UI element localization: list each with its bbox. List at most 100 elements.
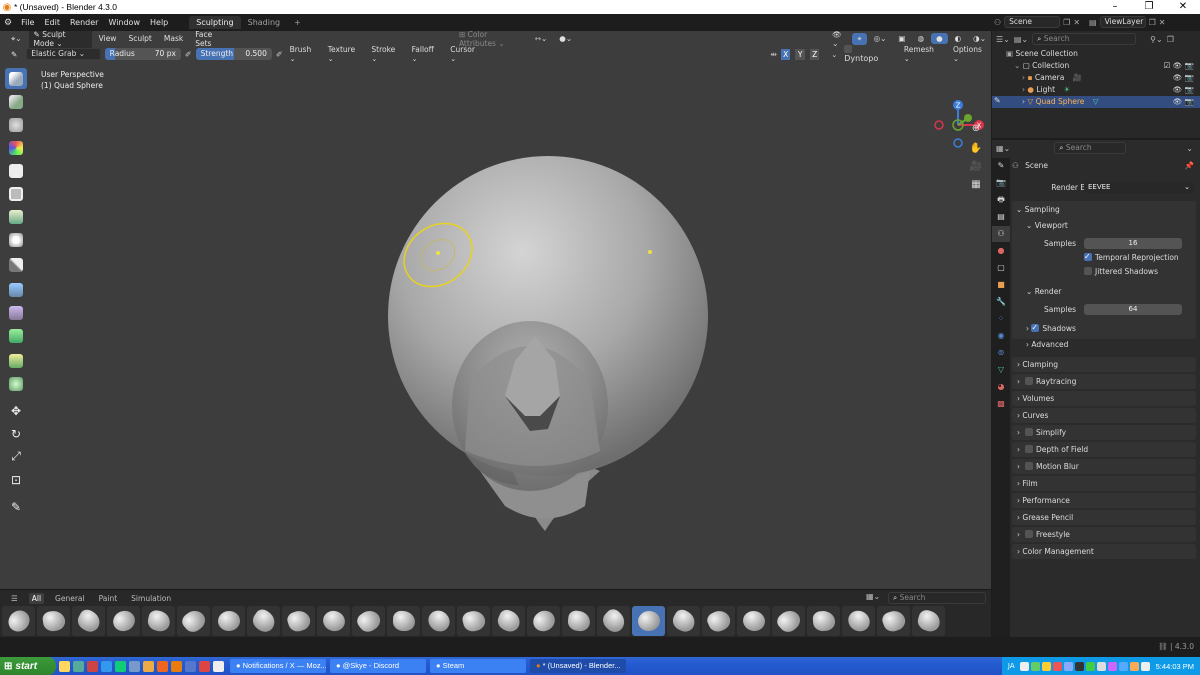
sampling-header[interactable]: ⌄ Sampling xyxy=(1012,202,1198,218)
physics-tab-icon[interactable]: ◉ xyxy=(992,328,1010,344)
sculpt-mesh[interactable] xyxy=(0,31,991,589)
advanced-subheader[interactable]: › Advanced xyxy=(1012,337,1198,353)
tray-icon-11[interactable] xyxy=(1129,661,1139,671)
zoom-icon[interactable]: ⊕ xyxy=(968,121,984,137)
delete-view-layer-icon[interactable]: ✕ xyxy=(1159,18,1166,27)
brush-thumbnail[interactable] xyxy=(632,606,665,636)
shelf-search-input[interactable]: ⌕ Search xyxy=(888,592,986,604)
start-button[interactable]: ⊞ start xyxy=(0,657,56,675)
section-checkbox[interactable] xyxy=(1025,428,1033,436)
visibility-icons[interactable]: 👁 📷 xyxy=(1173,72,1194,84)
section-curves[interactable]: › Curves xyxy=(1012,408,1196,423)
brush-thumbnail[interactable] xyxy=(597,606,630,636)
menu-help[interactable]: Help xyxy=(145,18,173,27)
shelf-tab-general[interactable]: General xyxy=(52,593,88,604)
brush-thumbnail[interactable] xyxy=(177,606,210,636)
shelf-tab-all[interactable]: All xyxy=(28,592,45,604)
new-scene-icon[interactable]: ❐ xyxy=(1063,18,1070,27)
brush-thumbnail[interactable] xyxy=(527,606,560,636)
tab-sculpting[interactable]: Sculpting xyxy=(189,16,241,29)
render-samples-field[interactable]: 64 xyxy=(1084,304,1182,315)
camera-view-icon[interactable]: 🎥 xyxy=(968,159,984,175)
tray-icon-7[interactable] xyxy=(1085,661,1095,671)
quicklaunch-icon-7[interactable] xyxy=(143,660,154,672)
shelf-display-icon[interactable]: ▦⌄ xyxy=(866,592,880,601)
render-tab-icon[interactable]: 📷 xyxy=(992,175,1010,191)
menu-edit[interactable]: Edit xyxy=(39,18,65,27)
tray-icon-9[interactable] xyxy=(1107,661,1117,671)
collection-tab-icon[interactable]: ▢ xyxy=(992,260,1010,276)
world-tab-icon[interactable]: ● xyxy=(992,243,1010,259)
shadows-checkbox[interactable] xyxy=(1031,320,1040,336)
perspective-grid-icon[interactable]: ▦ xyxy=(968,177,984,193)
temporal-reprojection-checkbox[interactable] xyxy=(1084,249,1092,265)
tray-icon-4[interactable] xyxy=(1052,661,1062,671)
brush-thumbnail[interactable] xyxy=(562,606,595,636)
quicklaunch-icon-12[interactable] xyxy=(213,660,224,672)
section-motion-blur[interactable]: › Motion Blur xyxy=(1012,459,1196,474)
shelf-tab-paint[interactable]: Paint xyxy=(96,593,121,604)
jittered-shadows-checkbox[interactable] xyxy=(1084,267,1092,275)
brush-thumbnail[interactable] xyxy=(107,606,140,636)
viewport-3d[interactable]: ⌖⌄ ✎ Sculpt Mode ⌄ View Sculpt Mask Face… xyxy=(0,31,991,637)
quicklaunch-icon-6[interactable] xyxy=(129,660,140,672)
scene-field[interactable]: Scene xyxy=(1004,16,1061,28)
brush-thumbnail[interactable] xyxy=(247,606,280,636)
quicklaunch-icon-10[interactable] xyxy=(185,660,196,672)
brush-thumbnail[interactable] xyxy=(492,606,525,636)
brush-thumbnail[interactable] xyxy=(737,606,770,636)
brush-thumbnail[interactable] xyxy=(142,606,175,636)
outliner-search-input[interactable]: ⌕ Search xyxy=(1032,33,1137,45)
section-simplify[interactable]: › Simplify xyxy=(1012,425,1196,440)
object-tab-icon[interactable]: ■ xyxy=(992,277,1010,293)
brush-thumbnail[interactable] xyxy=(422,606,455,636)
maximize-button[interactable]: ❐ xyxy=(1132,0,1166,14)
add-workspace-button[interactable]: + xyxy=(287,16,308,29)
scene-tab-icon[interactable]: ⚇ xyxy=(992,226,1010,242)
outliner-row-light[interactable]: › ● Light ☀ 👁 📷 xyxy=(992,84,1200,96)
blender-menu-icon[interactable]: ⚙ xyxy=(0,18,16,28)
outliner-editor-icon[interactable]: ☰⌄ xyxy=(996,35,1010,44)
tray-icon-10[interactable] xyxy=(1118,661,1128,671)
new-collection-icon[interactable]: ❐ xyxy=(1167,35,1174,44)
section-color-management[interactable]: › Color Management xyxy=(1012,544,1196,559)
expand-icon[interactable]: › xyxy=(1022,85,1025,94)
viewport-subheader[interactable]: ⌄ Viewport xyxy=(1012,218,1198,234)
task-steam[interactable]: ● Steam xyxy=(430,659,526,673)
tray-icon-3[interactable] xyxy=(1041,661,1051,671)
section-checkbox[interactable] xyxy=(1025,530,1033,538)
expand-icon[interactable]: ⌄ xyxy=(1014,61,1020,70)
pin-icon[interactable]: 📌 xyxy=(1185,158,1194,174)
brush-thumbnail[interactable] xyxy=(702,606,735,636)
section-raytracing[interactable]: › Raytracing xyxy=(1012,374,1196,389)
tray-icon-2[interactable] xyxy=(1030,661,1040,671)
brush-thumbnail[interactable] xyxy=(387,606,420,636)
quicklaunch-icon-11[interactable] xyxy=(199,660,210,672)
texture-tab-icon[interactable]: ▩ xyxy=(992,396,1010,412)
constraints-tab-icon[interactable]: ⊚ xyxy=(992,345,1010,361)
brush-thumbnail[interactable] xyxy=(212,606,245,636)
shadows-subheader[interactable]: › Shadows xyxy=(1012,320,1198,337)
brush-thumbnail[interactable] xyxy=(2,606,35,636)
modifiers-tab-icon[interactable]: 🔧 xyxy=(992,294,1010,310)
properties-editor-icon[interactable]: ▦⌄ xyxy=(996,144,1010,153)
task-blender[interactable]: ● * (Unsaved) - Blender... xyxy=(530,659,626,673)
tab-shading[interactable]: Shading xyxy=(241,16,288,29)
particles-tab-icon[interactable]: ⁘ xyxy=(992,311,1010,327)
brush-thumbnail[interactable] xyxy=(842,606,875,636)
close-button[interactable]: ✕ xyxy=(1166,0,1200,14)
tool-tab-icon[interactable]: ✎ xyxy=(992,158,1010,174)
view-layer-tab-icon[interactable]: ▤ xyxy=(992,209,1010,225)
delete-scene-icon[interactable]: ✕ xyxy=(1073,18,1080,27)
menu-window[interactable]: Window xyxy=(103,18,145,27)
brush-thumbnail[interactable] xyxy=(317,606,350,636)
properties-options-icon[interactable]: ⌄ xyxy=(1186,144,1193,153)
view-layer-field[interactable]: ViewLayer xyxy=(1099,16,1146,28)
outliner-display-mode-icon[interactable]: ▤⌄ xyxy=(1014,35,1028,44)
render-subheader[interactable]: ⌄ Render xyxy=(1012,284,1198,300)
brush-thumbnail[interactable] xyxy=(807,606,840,636)
shelf-menu-icon[interactable]: ☰ xyxy=(8,593,21,604)
section-checkbox[interactable] xyxy=(1025,377,1033,385)
outliner-row-quad-sphere[interactable]: › ▽ Quad Sphere ▽ 👁 📷 xyxy=(992,96,1200,108)
gizmo-neg-z-handle[interactable] xyxy=(953,138,963,148)
